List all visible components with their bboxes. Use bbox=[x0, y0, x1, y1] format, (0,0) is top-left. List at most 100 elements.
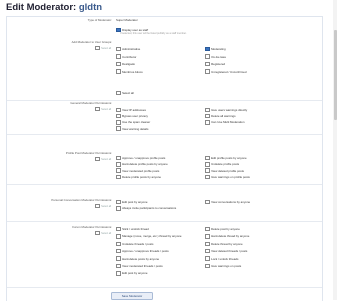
general-option[interactable]: Delete all warnings bbox=[205, 113, 236, 119]
profile-checkbox[interactable] bbox=[205, 168, 210, 173]
conversation-option[interactable]: Always invite participants to conversati… bbox=[116, 206, 176, 211]
save-moderator-button[interactable]: Save Moderator bbox=[111, 292, 153, 300]
profile-option[interactable]: Delete profile posts by anyone bbox=[116, 174, 161, 180]
profile-checkbox[interactable] bbox=[116, 162, 121, 167]
forum-checkbox[interactable] bbox=[116, 241, 121, 247]
forum-checkbox[interactable] bbox=[205, 241, 210, 247]
forum-option[interactable]: Manage (move, merge, etc.) thread by any… bbox=[116, 234, 182, 239]
forum-checkbox[interactable] bbox=[116, 226, 121, 232]
forum-option[interactable]: Delete thread by anyone bbox=[205, 241, 243, 247]
general-checkbox[interactable] bbox=[116, 107, 121, 113]
groups-checkbox[interactable] bbox=[116, 54, 121, 59]
forum-option[interactable]: View moderated threads / posts bbox=[116, 263, 163, 269]
groups-bottom-select-all[interactable]: Select all bbox=[116, 90, 134, 96]
forum-option[interactable]: Approve / unapprove threads / posts bbox=[116, 248, 169, 254]
general-option-label: Delete all warnings bbox=[211, 114, 236, 119]
profile-option[interactable]: Hard-delete profile posts by anyone bbox=[116, 162, 168, 167]
groups-option[interactable]: Desligado bbox=[116, 61, 135, 67]
general-option[interactable]: Give users warnings directly bbox=[205, 107, 247, 113]
general-checkbox[interactable] bbox=[205, 107, 210, 113]
profile-checkbox[interactable] bbox=[116, 168, 121, 173]
forum-option[interactable]: Hard-delete posts by anyone bbox=[116, 256, 159, 261]
conversation-select-all[interactable]: Select all bbox=[95, 203, 111, 209]
groups-checkbox[interactable] bbox=[116, 69, 121, 74]
forum-option[interactable]: Give warnings on posts bbox=[205, 263, 241, 269]
forum-option[interactable]: Undelete threads / posts bbox=[116, 241, 153, 247]
profile-option[interactable]: View deleted profile posts bbox=[205, 168, 244, 173]
conversation-option[interactable]: Edit post by anyone bbox=[116, 199, 148, 205]
forum-checkbox[interactable] bbox=[116, 256, 121, 261]
groups-option[interactable]: Administrative bbox=[116, 46, 140, 52]
profile-checkbox[interactable] bbox=[116, 174, 121, 180]
forum-select-all[interactable]: Select all bbox=[95, 230, 111, 236]
forum-checkbox[interactable] bbox=[205, 256, 210, 261]
forum-option[interactable]: Edit post by anyone bbox=[116, 271, 147, 276]
forum-option[interactable]: Stick / unstick thread bbox=[116, 226, 149, 232]
groups-checkbox[interactable] bbox=[205, 69, 210, 74]
conversation-option-label: Edit post by anyone bbox=[122, 200, 148, 205]
general-checkbox[interactable] bbox=[205, 120, 210, 125]
groups-option[interactable]: Contributor bbox=[116, 54, 136, 59]
groups-option[interactable]: Membros Ativos bbox=[116, 69, 143, 74]
conversation-option[interactable]: View conversations by anyone bbox=[205, 199, 250, 205]
groups-option[interactable]: Unregistered / Unconfirmed bbox=[205, 69, 246, 74]
forum-label: Forum Moderator Permissions: bbox=[72, 225, 112, 229]
type-value: Super Moderator bbox=[116, 18, 138, 22]
profile-option[interactable]: Edit profile posts by anyone bbox=[205, 155, 247, 161]
general-checkbox[interactable] bbox=[205, 113, 210, 119]
groups-option-label: Membros Ativos bbox=[122, 69, 143, 74]
forum-option-label: Stick / unstick thread bbox=[122, 227, 149, 232]
forum-checkbox[interactable] bbox=[116, 234, 121, 239]
conversation-checkbox[interactable] bbox=[116, 199, 121, 205]
groups-checkbox[interactable] bbox=[116, 61, 121, 67]
general-option[interactable]: Bypass user privacy bbox=[116, 113, 148, 119]
general-option[interactable]: View warning details bbox=[116, 126, 148, 131]
general-option[interactable]: View IP addresses bbox=[116, 107, 146, 113]
profile-checkbox[interactable] bbox=[116, 155, 121, 161]
groups-checkbox[interactable] bbox=[205, 46, 210, 52]
profile-option-label: Approve / unapprove profile posts bbox=[122, 156, 166, 161]
groups-select-all[interactable]: Select all bbox=[95, 45, 111, 51]
general-select-all[interactable]: Select all bbox=[95, 106, 111, 112]
forum-option[interactable]: Lock / unlock threads bbox=[205, 256, 239, 261]
forum-checkbox[interactable] bbox=[116, 263, 121, 269]
profile-checkbox[interactable] bbox=[205, 174, 210, 180]
scrollbar-thumb[interactable] bbox=[333, 30, 337, 120]
select-all-checkbox[interactable] bbox=[116, 90, 121, 96]
title-text: Edit Moderator: bbox=[6, 2, 77, 13]
forum-option-label: Lock / unlock threads bbox=[211, 256, 239, 261]
forum-checkbox[interactable] bbox=[205, 263, 210, 269]
general-checkbox[interactable] bbox=[116, 120, 121, 125]
groups-option[interactable]: Os da casa bbox=[205, 54, 226, 59]
forum-option-label: View moderated threads / posts bbox=[122, 264, 163, 269]
groups-checkbox[interactable] bbox=[205, 54, 210, 59]
general-checkbox[interactable] bbox=[116, 126, 121, 131]
forum-checkbox[interactable] bbox=[116, 271, 121, 276]
forum-option[interactable]: Hard-delete thread by anyone bbox=[205, 234, 249, 239]
profile-select-all[interactable]: Select all bbox=[95, 156, 111, 162]
forum-checkbox[interactable] bbox=[205, 234, 210, 239]
profile-option[interactable]: View moderated profile posts bbox=[116, 168, 159, 173]
profile-checkbox[interactable] bbox=[205, 155, 210, 161]
profile-option[interactable]: Undelete profile posts bbox=[205, 162, 239, 167]
conversation-checkbox[interactable] bbox=[116, 206, 121, 211]
general-checkbox[interactable] bbox=[116, 113, 121, 119]
forum-checkbox[interactable] bbox=[116, 248, 121, 254]
profile-option[interactable]: Approve / unapprove profile posts bbox=[116, 155, 166, 161]
groups-option[interactable]: Moderating bbox=[205, 46, 226, 52]
forum-checkbox[interactable] bbox=[205, 248, 210, 254]
groups-checkbox[interactable] bbox=[116, 46, 121, 52]
profile-checkbox[interactable] bbox=[205, 162, 210, 167]
moderator-username: gldtn bbox=[78, 2, 103, 13]
profile-option[interactable]: Give warnings on profile posts bbox=[205, 174, 250, 180]
forum-option[interactable]: Delete post by anyone bbox=[205, 226, 240, 232]
conversation-checkbox[interactable] bbox=[205, 199, 210, 205]
groups-checkbox[interactable] bbox=[205, 61, 210, 67]
groups-option-label: Desligado bbox=[122, 62, 135, 67]
scrollbar[interactable] bbox=[333, 0, 337, 300]
forum-checkbox[interactable] bbox=[205, 226, 210, 232]
forum-option[interactable]: View deleted threads / posts bbox=[205, 248, 247, 254]
general-option[interactable]: Use the spam cleaner bbox=[116, 120, 150, 125]
groups-option[interactable]: Registered bbox=[205, 61, 225, 67]
general-option[interactable]: Can Use Multi Moderation bbox=[205, 120, 245, 125]
